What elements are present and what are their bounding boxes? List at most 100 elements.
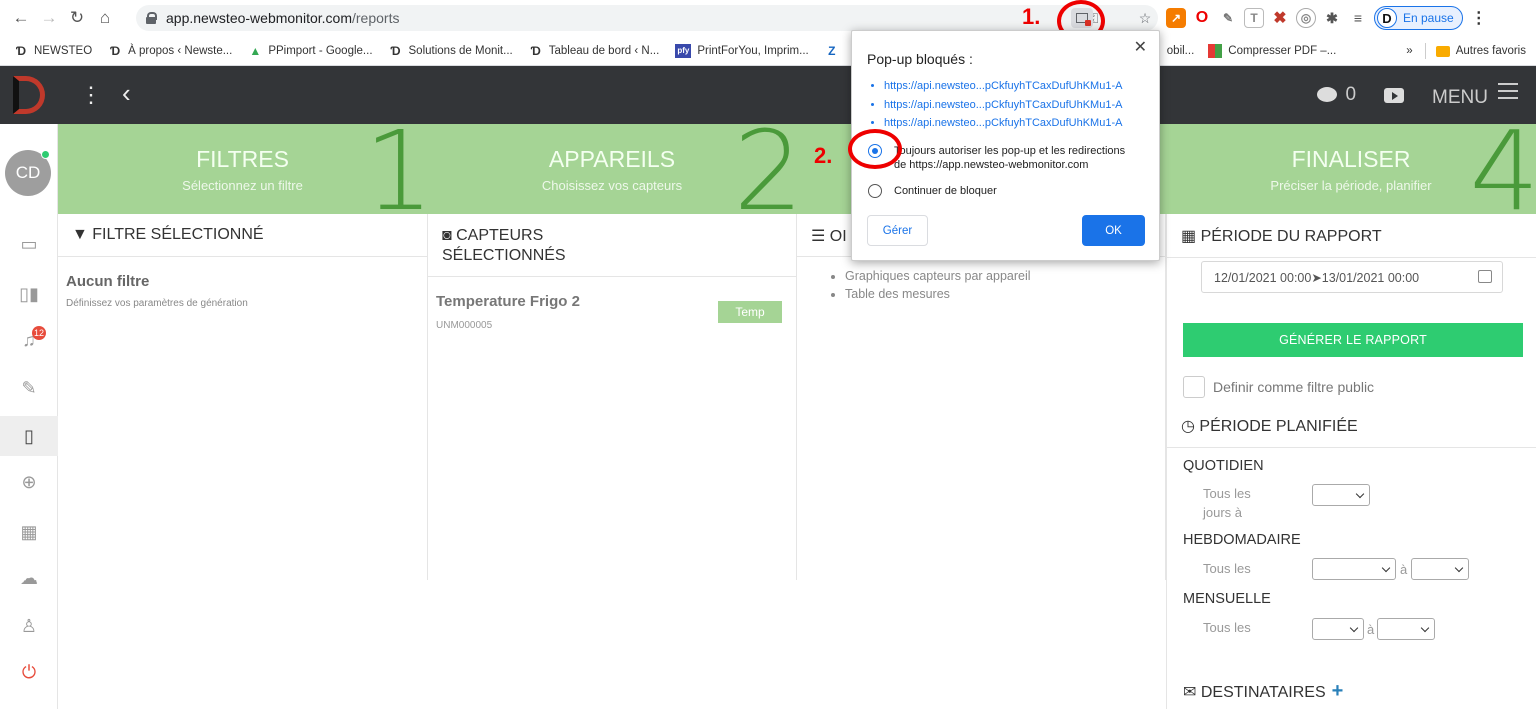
menu-button[interactable]: MENU — [1432, 82, 1518, 109]
step-filters[interactable]: FILTRES Sélectionnez un filtre 1 — [58, 124, 428, 214]
browser-menu-icon[interactable]: ⋮ — [1468, 8, 1489, 28]
eyedropper-extension-icon[interactable]: ✎ — [1218, 8, 1238, 28]
calendar-icon — [1478, 270, 1492, 283]
step-finalize[interactable]: FINALISER Préciser la période, planifier… — [1167, 124, 1536, 214]
sensors-header: ◙ CAPTEURS SÉLECTIONNÉS — [428, 214, 796, 277]
alerts-badge: 12 — [32, 326, 46, 340]
public-filter-checkbox[interactable]: Definir comme filtre public — [1183, 376, 1374, 398]
blocked-link[interactable]: https://api.newsteo...pCkfuyhTCaxDufUhKM… — [884, 77, 1122, 96]
opera-extension-icon[interactable]: O — [1192, 8, 1212, 28]
bookmarks-bar: Ɗ NEWSTEO ƊÀ propos ‹ Newste... ▲ PPimport… — [0, 36, 1536, 66]
options-list: Graphiques capteurs par appareil Table d… — [797, 257, 1165, 303]
bookmark-item[interactable]: Compresser PDF –... — [1228, 45, 1336, 57]
blocked-link[interactable]: https://api.newsteo...pCkfuyhTCaxDufUhKM… — [884, 114, 1122, 133]
extensions-bar: ↗ O ✎ T ✖ ◎ ✱ ≡ D En pause ⋮ — [1166, 5, 1489, 31]
checkbox[interactable] — [1183, 376, 1205, 398]
user-icon[interactable]: ♙ — [0, 606, 58, 646]
sensor-type-tag: Temp — [718, 301, 782, 323]
video-icon[interactable] — [1384, 87, 1405, 103]
report-notebook-icon[interactable]: ▯ — [0, 416, 58, 456]
profile-paused-button[interactable]: D En pause — [1374, 6, 1463, 30]
monthly-label: MENSUELLE — [1183, 591, 1271, 607]
annotation-circle-2 — [848, 129, 902, 169]
star-icon[interactable]: ☆ — [1132, 5, 1158, 31]
report-steps: FILTRES Sélectionnez un filtre 1 APPAREI… — [58, 124, 1536, 214]
monitor-icon[interactable]: ▭ — [0, 224, 58, 264]
weekly-hour-select[interactable] — [1411, 558, 1469, 580]
step-number: 2 — [733, 124, 798, 214]
sidebar: CD ▭ ▯▮ ♫ 12 ✎ ▯ ⊕ ▦ ☁ ♙ ⏻ — [0, 124, 58, 709]
newsteo-favicon-icon: Ɗ — [110, 43, 121, 58]
power-icon[interactable]: ⏻ — [0, 652, 58, 692]
bookmark-item[interactable]: ƊÀ propos ‹ Newste... — [108, 44, 232, 58]
date-range-input[interactable]: 12/01/2021 00:00➤13/01/2021 00:00 — [1201, 261, 1503, 293]
puzzle-icon[interactable]: ✱ — [1322, 8, 1342, 28]
text-extension-icon[interactable]: T — [1244, 8, 1264, 28]
cloud-download-icon[interactable]: ☁ — [0, 558, 58, 598]
crosshair-icon[interactable]: ⊕ — [0, 462, 58, 502]
bookmark-item[interactable]: ▲ PPimport - Google... — [248, 44, 372, 58]
filter-column: ▼ FILTRE SÉLECTIONNÉ Aucun filtre Défini… — [58, 214, 428, 580]
monthly-day-select[interactable] — [1312, 618, 1364, 640]
option-item[interactable]: Table des mesures — [845, 285, 1165, 303]
bookmark-item[interactable]: Z — [825, 44, 845, 58]
annotation-label-1: 1. — [1022, 4, 1041, 29]
bell-icon[interactable]: ♫ 12 — [0, 320, 58, 360]
rss-icon: ◙ — [442, 227, 457, 244]
bookmark-item[interactable]: Ɗ NEWSTEO — [14, 44, 92, 58]
paperclip-icon[interactable]: ✎ — [0, 368, 58, 408]
finalize-column: ▦ PÉRIODE DU RAPPORT 12/01/2021 00:00➤13… — [1166, 214, 1536, 709]
messages-button[interactable]: 0 — [1317, 84, 1356, 106]
block-option[interactable]: Continuer de bloquer — [868, 184, 997, 198]
analytics-extension-icon[interactable]: ↗ — [1166, 8, 1186, 28]
daily-hour-select[interactable] — [1312, 484, 1370, 506]
generate-report-button[interactable]: GÉNÉRER LE RAPPORT — [1183, 323, 1523, 357]
url-host: app.newsteo-webmonitor.com — [166, 10, 352, 26]
reload-icon[interactable]: ↻ — [64, 5, 90, 31]
close-icon[interactable]: ✕ — [1134, 37, 1147, 57]
bar-chart-icon[interactable]: ▯▮ — [0, 274, 58, 314]
profile-status: En pause — [1403, 11, 1454, 25]
circle-extension-icon[interactable]: ◎ — [1296, 8, 1316, 28]
allow-option[interactable]: Toujours autoriser les pop-up et les red… — [868, 144, 1125, 172]
blocked-links: https://api.newsteo...pCkfuyhTCaxDufUhKM… — [884, 77, 1122, 133]
bookmark-item[interactable]: Ɗ Tableau de bord ‹ N... — [529, 44, 660, 58]
block-radio[interactable] — [868, 184, 882, 198]
reading-list-icon[interactable]: ≡ — [1348, 8, 1368, 28]
at-separator: à — [1367, 622, 1375, 637]
scheduled-header: ◷ PÉRIODE PLANIFIÉE — [1167, 410, 1536, 448]
address-bar[interactable]: app.newsteo-webmonitor.com/reports ⚿ ☆ — [136, 5, 1158, 31]
sensor-item[interactable]: Temperature Frigo 2 UNM000005 Temp — [428, 277, 796, 331]
options-column: ☰ OI Graphiques capteurs par appareil Ta… — [797, 214, 1166, 580]
bookmark-item[interactable]: pfy PrintForYou, Imprim... — [675, 43, 809, 58]
option-item[interactable]: Graphiques capteurs par appareil — [845, 267, 1165, 285]
manage-button[interactable]: Gérer — [867, 215, 928, 246]
ok-button[interactable]: OK — [1082, 215, 1145, 246]
folder-icon — [1435, 45, 1450, 57]
other-bookmarks[interactable]: Autres favoris — [1456, 45, 1526, 57]
hamburger-icon — [1498, 78, 1518, 99]
newsteo-favicon-icon: Ɗ — [530, 43, 541, 58]
forward-arrow-icon[interactable]: → — [36, 5, 62, 31]
kebab-menu-icon[interactable]: ⋮ — [80, 82, 102, 108]
more-bookmarks-chevron[interactable]: » — [1406, 45, 1412, 57]
newsteo-favicon-icon: Ɗ — [390, 43, 401, 58]
cross-extension-icon[interactable]: ✖ — [1270, 8, 1290, 28]
weekly-day-select[interactable] — [1312, 558, 1396, 580]
newsteo-logo[interactable] — [0, 66, 58, 124]
back-chevron-icon[interactable]: ‹ — [122, 78, 131, 109]
popup-title: Pop-up bloqués : — [867, 51, 973, 67]
bookmark-item[interactable]: Ɗ Solutions de Monit... — [389, 43, 512, 58]
z-icon: Z — [828, 43, 836, 58]
pfy-icon: pfy — [675, 43, 692, 58]
bookmark-item[interactable]: obil... — [1167, 45, 1195, 57]
envelope-icon: ✉ — [1183, 684, 1201, 701]
back-arrow-icon[interactable]: ← — [8, 5, 34, 31]
grid-icon[interactable]: ▦ — [0, 512, 58, 552]
blocked-link[interactable]: https://api.newsteo...pCkfuyhTCaxDufUhKM… — [884, 96, 1122, 115]
add-recipient-icon[interactable]: + — [1332, 680, 1344, 702]
step-devices[interactable]: APPAREILS Choisissez vos capteurs 2 — [428, 124, 798, 214]
home-icon[interactable]: ⌂ — [92, 5, 118, 31]
monthly-hour-select[interactable] — [1377, 618, 1435, 640]
step-number: 1 — [364, 124, 428, 214]
